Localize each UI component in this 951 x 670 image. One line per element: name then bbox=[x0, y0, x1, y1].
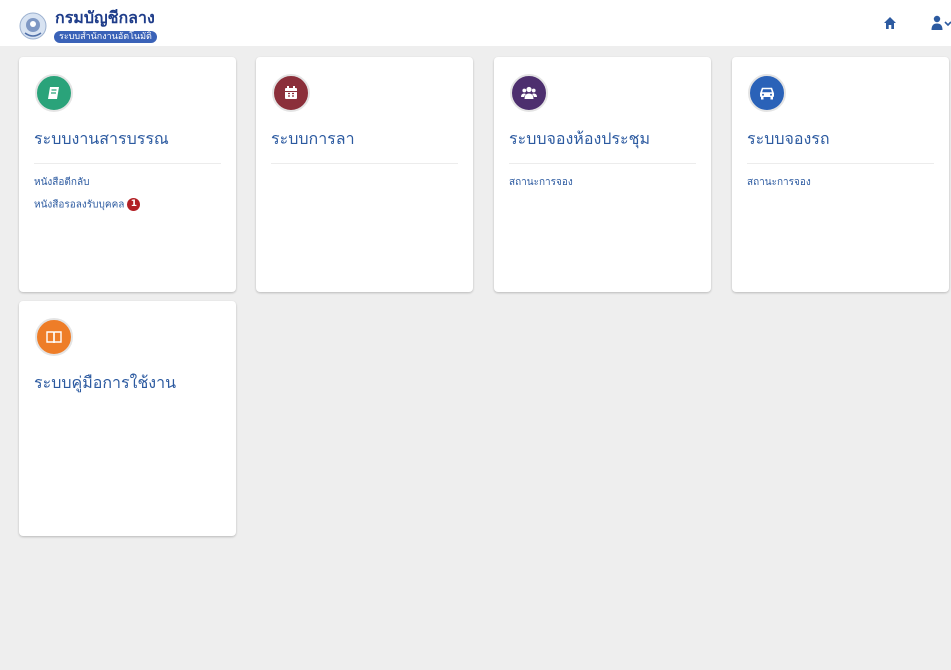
card-icon-circle bbox=[510, 74, 548, 112]
users-icon bbox=[521, 86, 537, 99]
card-divider bbox=[34, 163, 221, 164]
card-divider bbox=[509, 163, 696, 164]
card-icon-circle bbox=[35, 318, 73, 356]
brand-subtitle: ระบบสำนักงานอัตโนมัติ bbox=[54, 31, 157, 43]
card-icon-circle bbox=[748, 74, 786, 112]
count-badge: 1 bbox=[127, 198, 141, 211]
brand-title: กรมบัญชีกลาง bbox=[55, 8, 155, 27]
link-label: หนังสือรอลงรับบุคคล bbox=[34, 199, 125, 211]
emblem-logo-icon[interactable] bbox=[19, 12, 47, 40]
open-book-icon bbox=[46, 331, 62, 344]
card-links: สถานะการจอง bbox=[747, 177, 811, 198]
card-title: ระบบงานสารบรรณ bbox=[34, 129, 169, 148]
calendar-icon bbox=[285, 86, 297, 99]
book-icon bbox=[48, 87, 59, 99]
card-links: สถานะการจอง bbox=[509, 177, 573, 198]
card-saraban-system[interactable]: ระบบงานสารบรรณ หนังสือตีกลับ หนังสือรอลง… bbox=[19, 57, 236, 292]
card-divider bbox=[747, 163, 934, 164]
link-label: สถานะการจอง bbox=[747, 177, 811, 188]
card-title: ระบบจองห้องประชุม bbox=[509, 129, 651, 148]
card-user-manual[interactable]: ระบบคู่มือการใช้งาน bbox=[19, 301, 236, 536]
link-label: สถานะการจอง bbox=[509, 177, 573, 188]
card-links: หนังสือตีกลับ หนังสือรอลงรับบุคคล 1 bbox=[34, 177, 141, 221]
card-divider bbox=[271, 163, 458, 164]
link-booking-status[interactable]: สถานะการจอง bbox=[509, 177, 573, 189]
link-returned-letters[interactable]: หนังสือตีกลับ bbox=[34, 177, 140, 189]
card-icon-circle bbox=[35, 74, 73, 112]
top-navbar: กรมบัญชีกลาง ระบบสำนักงานอัตโนมัติ bbox=[0, 0, 951, 46]
user-icon[interactable] bbox=[931, 15, 951, 31]
link-booking-status[interactable]: สถานะการจอง bbox=[747, 177, 811, 189]
card-title: ระบบจองรถ bbox=[747, 129, 830, 148]
card-icon-circle bbox=[272, 74, 310, 112]
dashboard-main: ระบบงานสารบรรณ หนังสือตีกลับ หนังสือรอลง… bbox=[8, 46, 951, 670]
card-leave-system[interactable]: ระบบการลา bbox=[256, 57, 473, 292]
car-icon bbox=[759, 87, 775, 100]
card-title: ระบบการลา bbox=[271, 129, 355, 148]
link-pending-personal-letters[interactable]: หนังสือรอลงรับบุคคล 1 bbox=[34, 198, 141, 212]
card-meeting-room-booking[interactable]: ระบบจองห้องประชุม สถานะการจอง bbox=[494, 57, 711, 292]
card-title: ระบบคู่มือการใช้งาน bbox=[34, 373, 177, 392]
home-icon[interactable] bbox=[883, 16, 897, 30]
link-label: หนังสือตีกลับ bbox=[34, 177, 90, 188]
card-car-booking[interactable]: ระบบจองรถ สถานะการจอง bbox=[732, 57, 949, 292]
